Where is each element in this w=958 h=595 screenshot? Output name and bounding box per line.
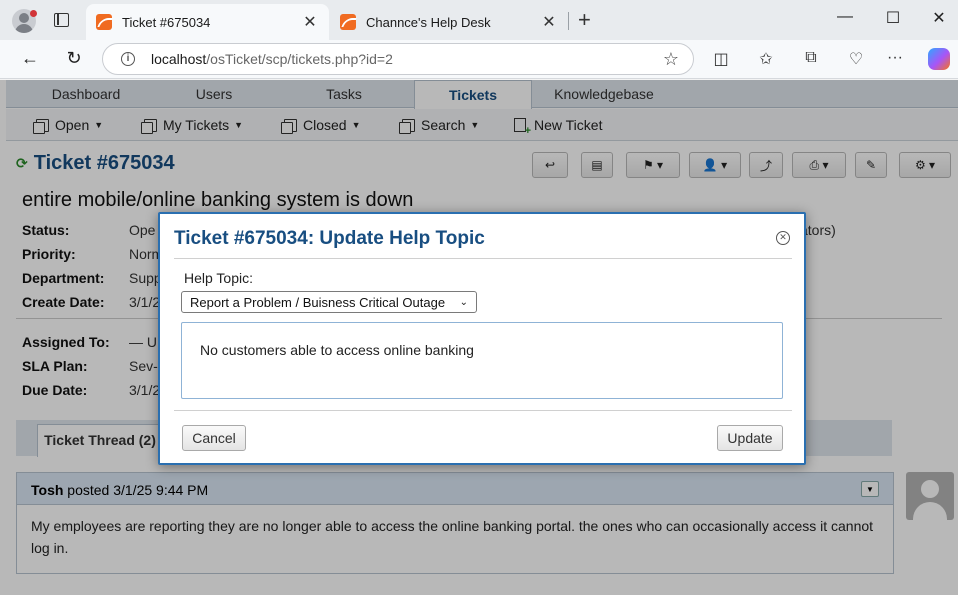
copilot-icon[interactable]	[928, 48, 950, 70]
comment-textarea[interactable]: No customers able to access online banki…	[181, 322, 783, 399]
collections-icon[interactable]: ⧉	[800, 49, 822, 67]
chevron-down-icon: ⌄	[459, 296, 468, 308]
browser-tab-title: Ticket #675034	[122, 14, 211, 30]
split-screen-icon[interactable]: ◫	[710, 49, 732, 69]
url-host: localhost	[151, 51, 207, 67]
browser-tab-ticket[interactable]: Ticket #675034 ✕	[86, 4, 329, 40]
browser-essentials-icon[interactable]: ♡	[845, 49, 867, 69]
close-tab-icon[interactable]: ✕	[540, 12, 558, 32]
close-tab-icon[interactable]: ✕	[301, 12, 319, 32]
tab-actions-icon[interactable]	[54, 13, 69, 27]
address-toolbar: ← ↻ i localhost/osTicket/scp/tickets.php…	[0, 40, 958, 79]
site-info-icon[interactable]: i	[121, 52, 135, 66]
ticket-page: Dashboard Users Tasks Tickets Knowledgeb…	[0, 80, 958, 595]
refresh-icon[interactable]: ↻	[62, 48, 86, 69]
browser-tab-helpdesk[interactable]: Channce's Help Desk ✕	[330, 4, 568, 40]
divider	[174, 410, 792, 411]
browser-tab-bar: Ticket #675034 ✕ Channce's Help Desk ✕ +…	[0, 0, 958, 40]
more-options-icon[interactable]: ···	[884, 49, 906, 67]
close-window-icon[interactable]: ✕	[924, 8, 954, 28]
url-path: /osTicket/scp/tickets.php?id=2	[206, 51, 393, 67]
osticket-favicon-icon	[340, 14, 356, 30]
help-topic-selected: Report a Problem / Buisness Critical Out…	[190, 294, 446, 310]
maximize-icon[interactable]: ☐	[878, 8, 908, 28]
favorite-star-icon[interactable]: ☆	[663, 49, 679, 70]
favorites-icon[interactable]: ✩	[755, 49, 777, 69]
osticket-favicon-icon	[96, 14, 112, 30]
tab-separator	[568, 12, 569, 30]
browser-tab-title: Channce's Help Desk	[366, 14, 491, 30]
new-tab-icon[interactable]: +	[578, 8, 591, 32]
notification-dot-icon	[30, 10, 37, 17]
cancel-button[interactable]: Cancel	[182, 425, 246, 451]
update-button[interactable]: Update	[717, 425, 783, 451]
minimize-icon[interactable]: —	[830, 8, 860, 26]
dialog-title: Ticket #675034: Update Help Topic	[174, 228, 485, 249]
update-help-topic-dialog: Ticket #675034: Update Help Topic ✕ Help…	[158, 212, 806, 465]
url-field[interactable]: i localhost/osTicket/scp/tickets.php?id=…	[102, 43, 694, 75]
divider	[174, 258, 792, 259]
help-topic-select[interactable]: Report a Problem / Buisness Critical Out…	[181, 291, 477, 313]
back-arrow-icon[interactable]: ←	[18, 48, 42, 69]
close-icon[interactable]: ✕	[776, 231, 790, 245]
help-topic-label: Help Topic:	[184, 270, 254, 286]
